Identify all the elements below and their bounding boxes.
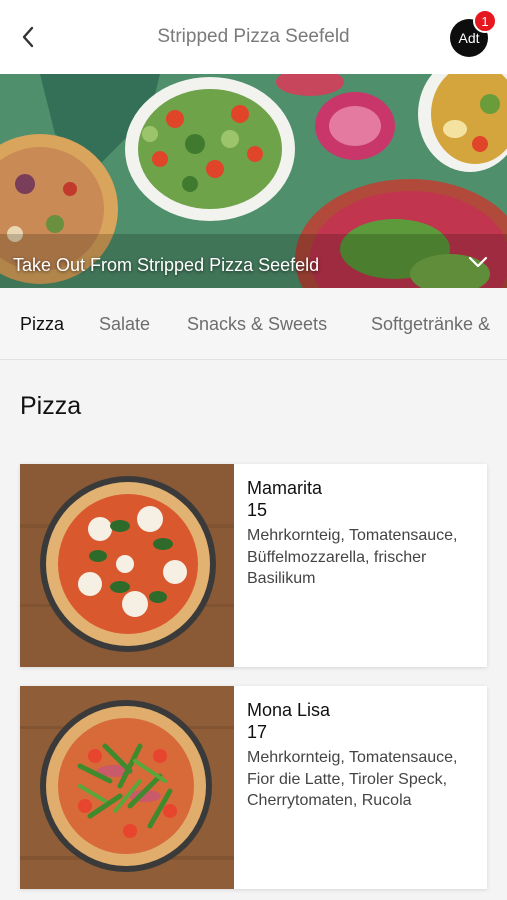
hero-title: Take Out From Stripped Pizza Seefeld	[13, 255, 320, 275]
item-description: Mehrkornteig, Tomatensauce, Büffelmozzar…	[247, 527, 458, 587]
top-bar: Stripped Pizza Seefeld Adt 1	[0, 0, 507, 74]
item-price: 15	[247, 500, 268, 520]
item-description: Mehrkornteig, Tomatensauce, Fior die Lat…	[247, 749, 458, 809]
section-title: Pizza	[20, 392, 82, 420]
item-name: Mamarita	[247, 478, 323, 498]
tab-salate[interactable]: Salate	[99, 314, 150, 335]
item-price: 17	[247, 722, 268, 742]
hero-banner[interactable]: Take Out From Stripped Pizza Seefeld	[0, 74, 507, 288]
menu-item-card[interactable]: Mamarita 15 Mehrkornteig, Tomatensauce, …	[20, 464, 487, 667]
category-tabs: Pizza Salate Snacks & Sweets Softgetränk…	[0, 288, 507, 360]
notification-badge: 1	[473, 9, 497, 33]
chevron-down-icon[interactable]	[466, 250, 490, 274]
item-name: Mona Lisa	[247, 700, 331, 720]
page-title: Stripped Pizza Seefeld	[157, 26, 350, 47]
tab-softgetraenke[interactable]: Softgetränke &	[371, 314, 490, 335]
pizza-image	[20, 464, 234, 667]
tab-snacks-sweets[interactable]: Snacks & Sweets	[187, 314, 327, 335]
menu-item-card[interactable]: Mona Lisa 17 Mehrkornteig, Tomatensauce,…	[20, 686, 487, 889]
pizza-image	[20, 686, 234, 889]
tab-pizza[interactable]: Pizza	[20, 314, 64, 335]
